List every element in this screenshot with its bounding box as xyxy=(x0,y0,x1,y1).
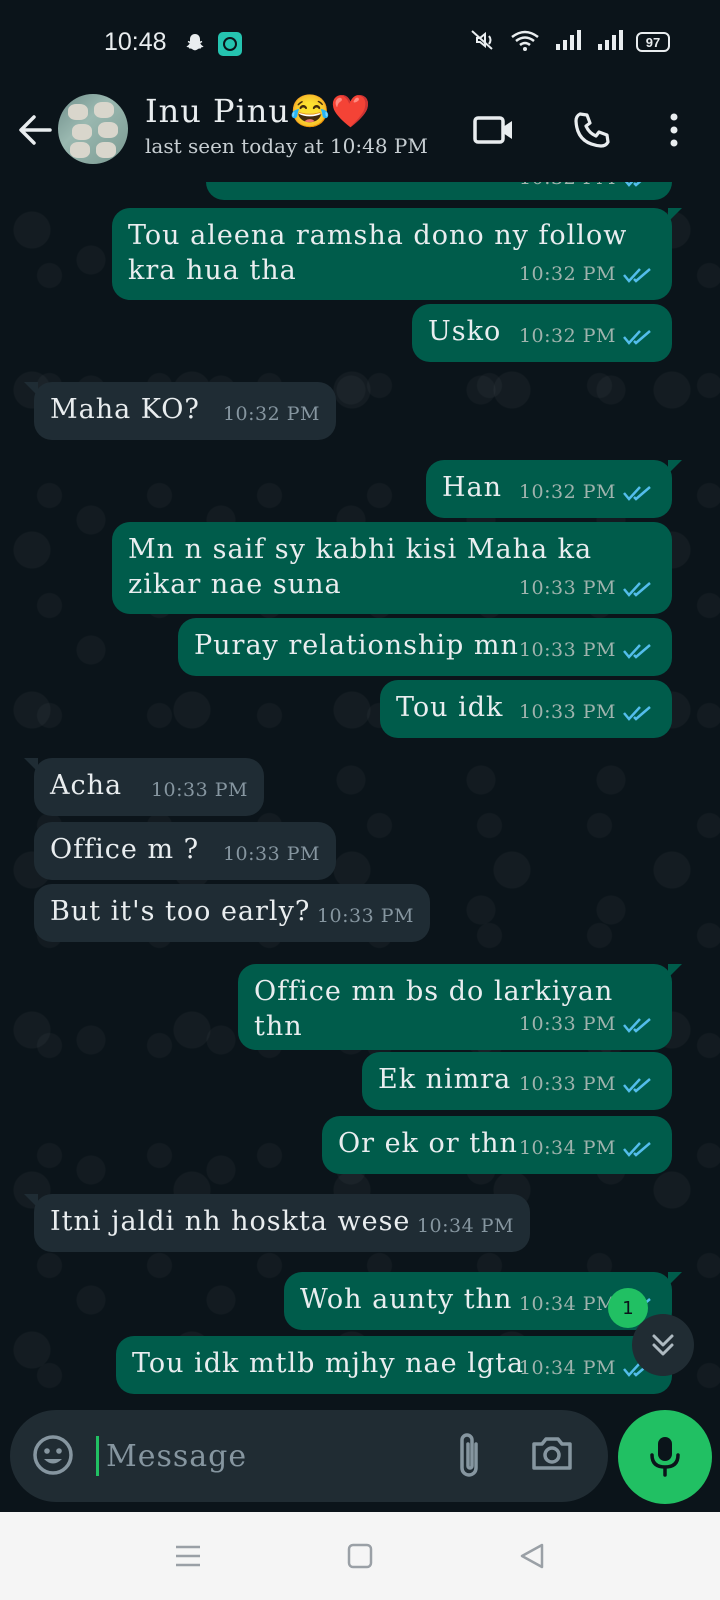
read-ticks-icon xyxy=(623,267,651,283)
message-input[interactable] xyxy=(106,1430,426,1482)
read-ticks-icon xyxy=(623,1017,651,1033)
message-outgoing[interactable]: Tou idk mtlb mjhy nae lgta 10:34 PM xyxy=(116,1336,672,1394)
home-icon[interactable] xyxy=(338,1534,382,1578)
message-outgoing[interactable]: Mn n saif sy kabhi kisi Maha ka zikar na… xyxy=(112,522,672,614)
message-incoming[interactable]: Itni jaldi nh hoskta wese 10:34 PM xyxy=(24,1194,530,1252)
message-outgoing[interactable]: Or ek or thn 10:34 PM xyxy=(322,1116,672,1174)
mute-icon xyxy=(468,28,498,56)
signal-icon xyxy=(552,28,582,56)
message-outgoing[interactable]: Usko 10:32 PM xyxy=(412,304,672,362)
read-ticks-icon xyxy=(623,705,651,721)
back-arrow-icon[interactable] xyxy=(14,108,58,152)
read-ticks-icon xyxy=(623,329,651,345)
microphone-icon xyxy=(650,1437,680,1477)
read-ticks-icon xyxy=(623,581,651,597)
status-icons: 97 xyxy=(468,28,670,56)
message-meta: 10:32 PM xyxy=(519,475,656,510)
avatar[interactable] xyxy=(58,94,128,164)
message-incoming[interactable]: Maha KO? 10:32 PM xyxy=(24,382,336,440)
message-outgoing[interactable]: Tou idk 10:33 PM xyxy=(380,680,672,738)
read-ticks-icon xyxy=(623,485,651,501)
message-outgoing[interactable]: Office mn bs do larkiyan thn 10:33 PM xyxy=(238,964,682,1050)
video-call-icon[interactable] xyxy=(470,106,518,154)
message-outgoing[interactable]: Tou aleena ramsha dono ny follow kra hua… xyxy=(112,208,682,300)
phone-icon[interactable] xyxy=(568,106,616,154)
message-composer xyxy=(10,1410,608,1502)
system-nav-bar xyxy=(0,1512,720,1600)
battery-icon: 97 xyxy=(636,32,670,52)
message-incoming[interactable]: Office m ? 10:33 PM xyxy=(34,822,336,880)
signal-icon xyxy=(594,28,624,56)
menu-icon[interactable] xyxy=(166,1534,210,1578)
message-meta: 10:33 PM xyxy=(519,1007,656,1042)
message-meta: 10:33 PM xyxy=(519,1067,656,1102)
double-chevron-down-icon xyxy=(652,1334,674,1356)
message-meta: 10:33 PM xyxy=(316,905,414,927)
scroll-down-button[interactable] xyxy=(632,1314,694,1376)
emoji-icon[interactable] xyxy=(30,1432,76,1478)
attach-icon[interactable] xyxy=(450,1430,498,1482)
message-outgoing[interactable]: Puray relationship mn 10:33 PM xyxy=(178,618,672,676)
chat-header: Inu Pinu😂❤️ last seen today at 10:48 PM xyxy=(0,86,720,182)
message-meta: 10:32 PM xyxy=(519,319,656,354)
message-incoming[interactable]: Acha 10:33 PM xyxy=(24,758,264,816)
status-time: 10:48 xyxy=(104,28,167,56)
message-meta: 10:32 PM xyxy=(519,182,656,196)
read-ticks-icon xyxy=(623,643,651,659)
snapchat-icon xyxy=(182,30,208,56)
contact-name[interactable]: Inu Pinu😂❤️ xyxy=(145,92,372,130)
app-notification-icon xyxy=(218,32,242,56)
voice-message-button[interactable] xyxy=(618,1410,712,1504)
text-caret xyxy=(96,1436,99,1476)
last-seen-status: last seen today at 10:48 PM xyxy=(145,134,428,158)
message-meta: 10:33 PM xyxy=(519,571,656,606)
message-outgoing[interactable]: 10:32 PM xyxy=(206,182,672,200)
more-vert-icon[interactable] xyxy=(650,106,698,154)
message-outgoing[interactable]: Ek nimra 10:33 PM xyxy=(362,1052,672,1110)
read-ticks-icon xyxy=(625,182,641,187)
status-bar: 10:48 97 xyxy=(0,0,720,86)
message-meta: 10:32 PM xyxy=(222,403,320,425)
message-meta: 10:34 PM xyxy=(519,1131,656,1166)
camera-icon[interactable] xyxy=(528,1430,576,1482)
message-meta: 10:33 PM xyxy=(519,695,656,730)
message-meta: 10:33 PM xyxy=(519,633,656,668)
back-icon[interactable] xyxy=(510,1534,554,1578)
message-incoming[interactable]: But it's too early? 10:33 PM xyxy=(34,884,430,942)
message-meta: 10:34 PM xyxy=(416,1215,514,1237)
message-meta: 10:32 PM xyxy=(519,257,656,292)
read-ticks-icon xyxy=(623,1141,651,1157)
message-meta: 10:33 PM xyxy=(150,779,248,801)
wifi-icon xyxy=(510,28,540,56)
message-outgoing[interactable]: Han 10:32 PM xyxy=(426,460,682,518)
read-ticks-icon xyxy=(623,1077,651,1093)
chat-area[interactable]: 10:32 PM Tou aleena ramsha dono ny follo… xyxy=(0,182,720,1402)
message-meta: 10:33 PM xyxy=(222,843,320,865)
